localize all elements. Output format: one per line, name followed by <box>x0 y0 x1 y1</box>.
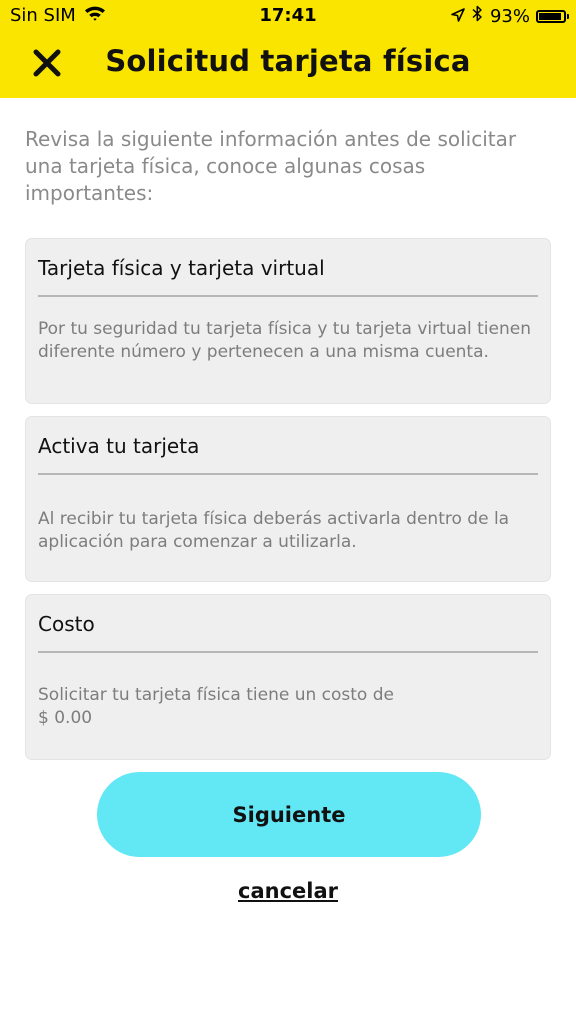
card-body: Por tu seguridad tu tarjeta física y tu … <box>38 319 531 362</box>
cost-amount: $ 0.00 <box>38 708 93 728</box>
status-bar: Sin SIM 17:41 93% <box>0 0 576 32</box>
cost-description: Solicitar tu tarjeta física tiene un cos… <box>38 685 394 705</box>
card-title: Costo <box>38 612 95 636</box>
info-card-activate: Activa tu tarjeta Al recibir tu tarjeta … <box>25 416 551 582</box>
info-card-virtual: Tarjeta física y tarjeta virtual Por tu … <box>25 238 551 404</box>
status-right: 93% <box>444 5 569 27</box>
next-button[interactable]: Siguiente <box>97 772 481 857</box>
location-arrow-icon <box>451 6 465 27</box>
battery-icon <box>536 9 569 23</box>
info-card-cost: Costo Solicitar tu tarjeta física tiene … <box>25 594 551 760</box>
card-divider <box>38 651 538 653</box>
card-title: Activa tu tarjeta <box>38 434 200 458</box>
battery-percent: 93% <box>489 5 530 27</box>
screen: Sin SIM 17:41 93% Solicitud tarjeta físi… <box>0 0 576 1024</box>
page-title: Solicitud tarjeta física <box>105 44 471 78</box>
battery-fill <box>539 12 561 20</box>
header-bar: Sin SIM 17:41 93% Solicitud tarjeta físi… <box>0 0 576 98</box>
intro-text: Revisa la siguiente información antes de… <box>25 127 517 205</box>
cancel-link[interactable]: cancelar <box>0 879 576 903</box>
card-title: Tarjeta física y tarjeta virtual <box>38 256 325 280</box>
card-body: Solicitar tu tarjeta física tiene un cos… <box>38 684 543 730</box>
card-divider <box>38 295 538 297</box>
card-divider <box>38 473 538 475</box>
bluetooth-icon <box>472 5 483 27</box>
card-body: Al recibir tu tarjeta física deberás act… <box>38 509 510 552</box>
